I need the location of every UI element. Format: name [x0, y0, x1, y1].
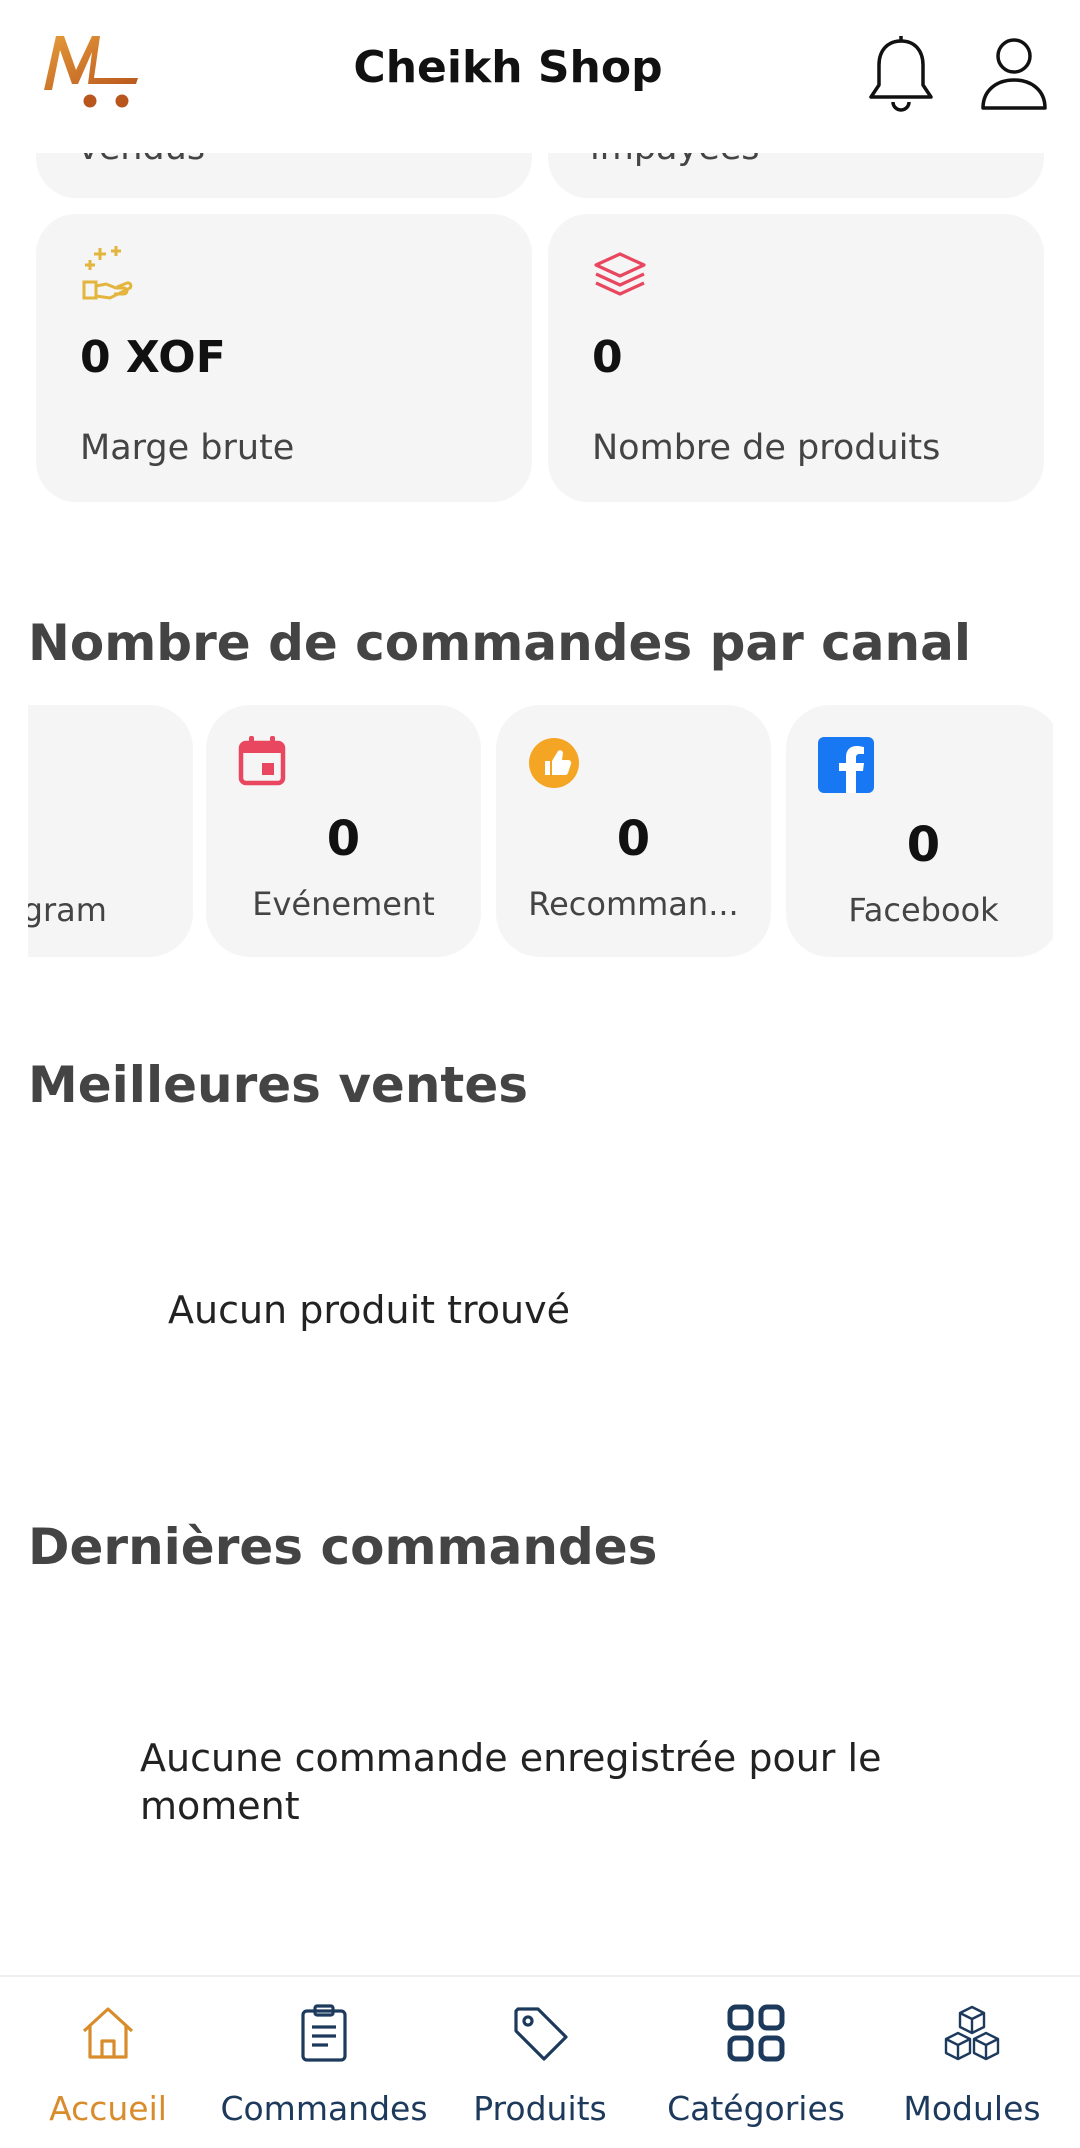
hand-sparkle-icon	[82, 246, 133, 300]
kpi-card-products-count[interactable]: 0 Nombre de produits	[548, 214, 1044, 502]
channel-value-recommendation: 0	[616, 811, 651, 867]
nav-label-modules: Modules	[903, 2089, 1041, 2128]
dashboard-content: vendus impayées 0 XOF Marge brute 0 Nomb…	[0, 0, 1080, 1975]
kpi-card-gross-margin[interactable]: 0 XOF Marge brute	[36, 214, 532, 502]
latest-orders-empty-line2: moment	[140, 1784, 300, 1828]
channel-value-event: 0	[326, 811, 361, 867]
latest-orders-empty-line1: Aucune commande enregistrée pour le	[140, 1736, 882, 1780]
products-count-value: 0	[592, 332, 623, 383]
latest-orders-empty-message: Aucune commande enregistrée pour le mome…	[140, 1734, 881, 1830]
nav-item-products[interactable]: Produits	[432, 1977, 648, 2148]
products-count-label: Nombre de produits	[592, 428, 941, 468]
gross-margin-label: Marge brute	[80, 428, 295, 468]
nav-label-products: Produits	[473, 2089, 607, 2128]
grid-icon	[727, 2004, 785, 2062]
clipboard-icon	[301, 2004, 347, 2062]
channel-card-facebook[interactable]: 0 Facebook	[786, 705, 1053, 957]
nav-item-orders[interactable]: Commandes	[216, 1977, 432, 2148]
cubes-icon	[944, 2005, 1000, 2061]
best-sellers-empty-message: Aucun produit trouvé	[168, 1288, 571, 1332]
calendar-icon	[238, 736, 286, 786]
channel-label-recommendation: Recomman...	[528, 885, 739, 923]
app-header: Cheikh Shop	[0, 0, 1080, 153]
channel-card-event[interactable]: 0 Evénement	[206, 705, 481, 957]
nav-item-home[interactable]: Accueil	[0, 1977, 216, 2148]
gross-margin-value: 0 XOF	[80, 332, 226, 383]
latest-orders-title: Dernières commandes	[28, 1518, 658, 1576]
best-sellers-title: Meilleures ventes	[28, 1056, 528, 1114]
channels-carousel[interactable]: 0 Instagram 0 Evénement 0 Recomman...	[28, 705, 1053, 960]
nav-label-orders: Commandes	[220, 2089, 428, 2128]
user-icon[interactable]	[975, 30, 1053, 116]
nav-label-home: Accueil	[49, 2089, 167, 2128]
channel-card-instagram[interactable]: 0 Instagram	[28, 705, 193, 957]
bell-icon[interactable]	[862, 30, 940, 116]
channel-value-facebook: 0	[906, 817, 941, 873]
thumbs-up-icon	[529, 738, 579, 788]
channels-section-title: Nombre de commandes par canal	[28, 614, 972, 672]
nav-label-categories: Catégories	[667, 2089, 845, 2128]
tag-icon	[514, 2007, 568, 2061]
channel-value-instagram: 0	[28, 817, 143, 873]
channel-card-recommendation[interactable]: 0 Recomman...	[496, 705, 771, 957]
nav-item-modules[interactable]: Modules	[864, 1977, 1080, 2148]
layers-icon	[594, 252, 646, 296]
channel-label-facebook: Facebook	[848, 891, 999, 929]
channel-label-event: Evénement	[252, 885, 435, 923]
facebook-icon	[818, 737, 874, 793]
channel-label-instagram: Instagram	[28, 891, 107, 929]
nav-item-categories[interactable]: Catégories	[648, 1977, 864, 2148]
bottom-navigation: Accueil Commandes Produits Catégories Mo…	[0, 1975, 1080, 2148]
home-icon	[82, 2007, 134, 2059]
